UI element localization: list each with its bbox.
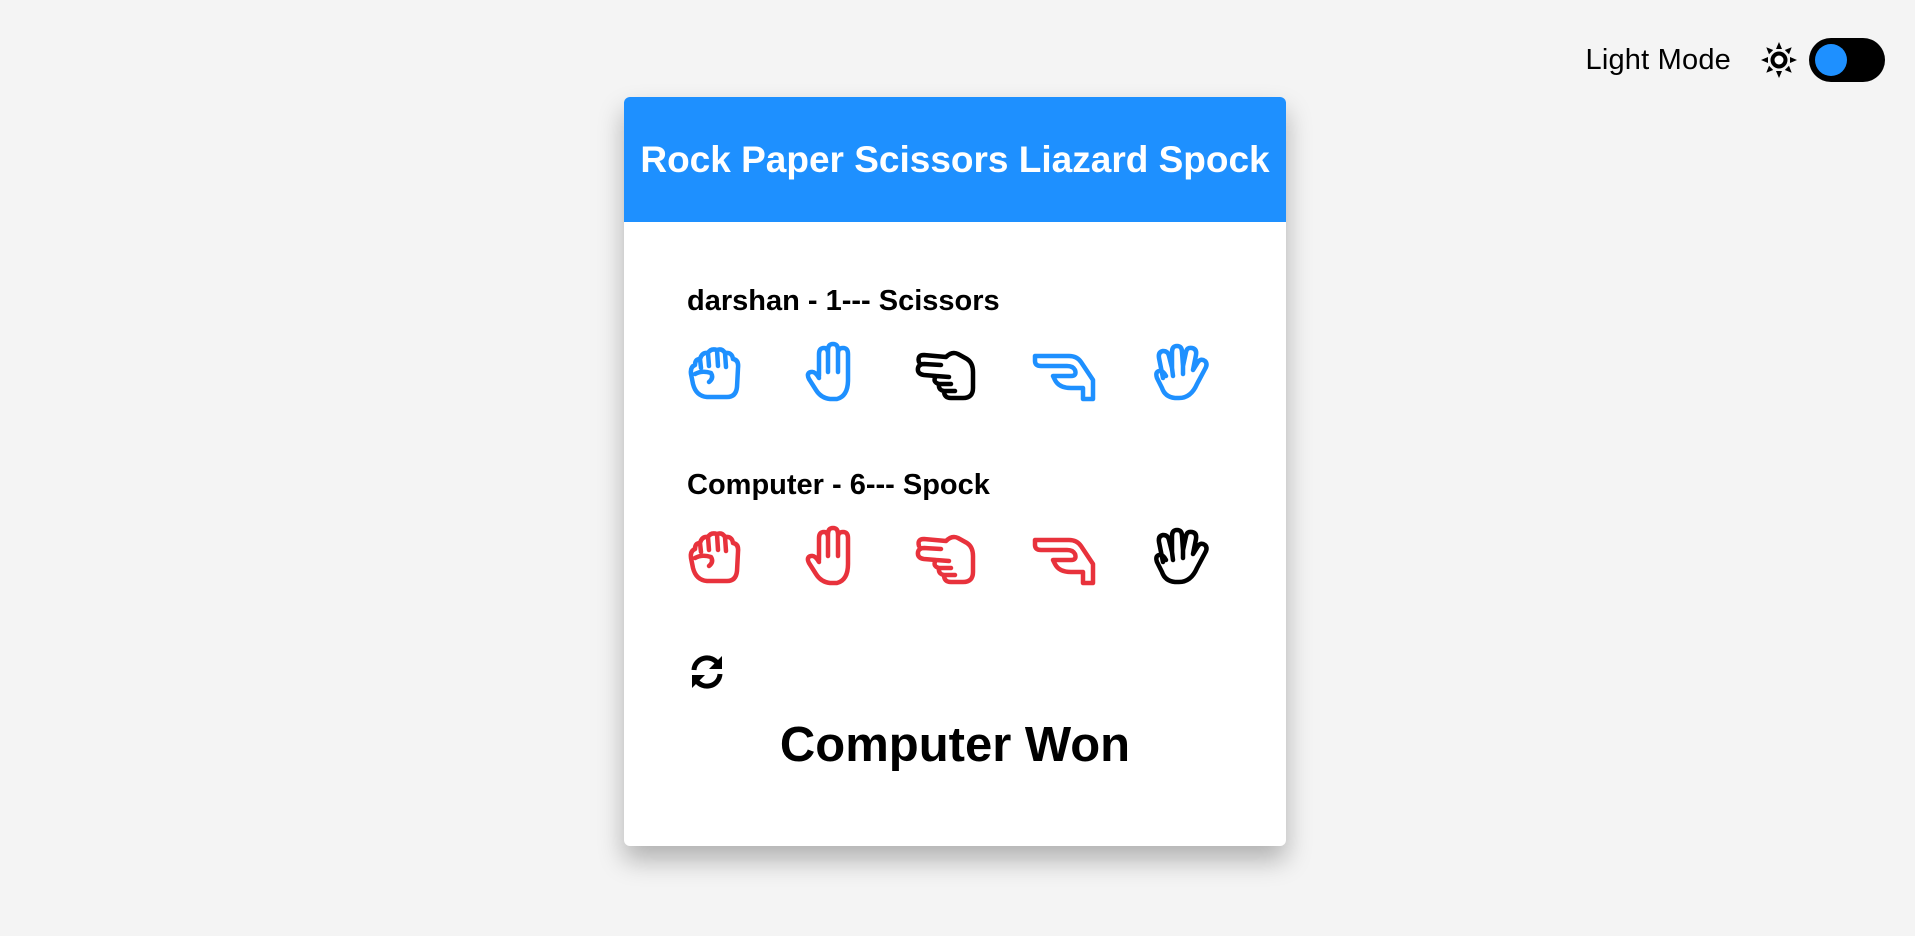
- theme-switcher: Light Mode: [1585, 36, 1885, 84]
- computer-spock-icon: [1145, 524, 1215, 594]
- player-paper-icon[interactable]: [797, 340, 867, 410]
- player-score-label: darshan - 1--- Scissors: [687, 285, 1000, 317]
- game-card: Rock Paper Scissors Liazard Spock darsha…: [624, 97, 1286, 846]
- game-title: Rock Paper Scissors Liazard Spock: [624, 97, 1286, 222]
- computer-choices: [687, 524, 1247, 594]
- computer-scissors-icon: [911, 524, 981, 594]
- computer-rock-icon: [681, 524, 751, 594]
- result-message: Computer Won: [779, 718, 1131, 772]
- player-scissors-icon[interactable]: [911, 340, 981, 410]
- theme-label: Light Mode: [1585, 43, 1731, 76]
- sun-icon: [1759, 40, 1799, 80]
- computer-lizard-icon: [1031, 524, 1101, 594]
- player-choices: [687, 340, 1247, 410]
- player-spock-icon[interactable]: [1145, 340, 1215, 410]
- computer-score-label: Computer - 6--- Spock: [687, 469, 990, 501]
- toggle-knob: [1815, 44, 1847, 76]
- player-lizard-icon[interactable]: [1031, 340, 1101, 410]
- computer-paper-icon: [797, 524, 867, 594]
- player-rock-icon[interactable]: [681, 340, 751, 410]
- theme-toggle[interactable]: [1809, 38, 1885, 82]
- refresh-icon[interactable]: [687, 652, 727, 692]
